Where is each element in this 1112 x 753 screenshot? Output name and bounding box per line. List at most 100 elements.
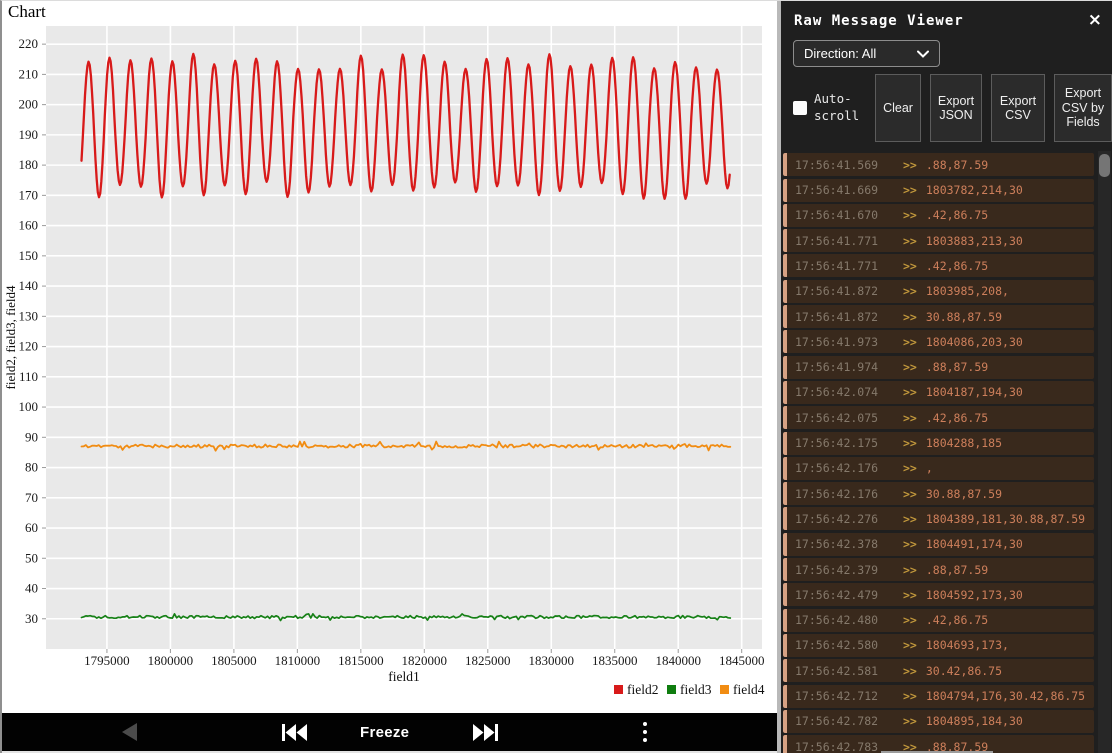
- row-accent-bar: [783, 178, 787, 202]
- message-row[interactable]: 17:56:42.378 >> 1804491,174,30: [783, 532, 1094, 556]
- skip-to-end-button[interactable]: [473, 713, 498, 751]
- message-row[interactable]: 17:56:41.670 >> .42,86.75: [783, 203, 1094, 227]
- message-row[interactable]: 17:56:42.379 >> .88,87.59: [783, 558, 1094, 582]
- raw-message-viewer-panel: Raw Message Viewer × Direction: All Auto…: [781, 1, 1112, 753]
- y-tick-label: 50: [25, 550, 38, 565]
- message-payload: 1803985,208,: [925, 284, 1009, 299]
- autoscroll-control: Auto-scroll: [793, 74, 866, 142]
- y-tick-label: 40: [25, 581, 38, 596]
- message-row[interactable]: 17:56:42.175 >> 1804288,185: [783, 431, 1094, 455]
- y-tick-label: 60: [25, 520, 38, 535]
- export-json-button[interactable]: Export JSON: [930, 74, 982, 142]
- message-payload: .42,86.75: [925, 410, 989, 425]
- row-accent-bar: [783, 203, 787, 227]
- message-row[interactable]: 17:56:42.479 >> 1804592,173,30: [783, 583, 1094, 607]
- message-timestamp: 17:56:42.176: [795, 461, 879, 476]
- message-row[interactable]: 17:56:41.771 >> .42,86.75: [783, 254, 1094, 278]
- legend-swatch-field3: [667, 685, 676, 694]
- x-tick-label: 1835000: [592, 653, 638, 668]
- message-row[interactable]: 17:56:42.782 >> 1804895,184,30: [783, 709, 1094, 733]
- message-row[interactable]: 17:56:41.973 >> 1804086,203,30: [783, 330, 1094, 354]
- scrollbar-thumb[interactable]: [1099, 154, 1110, 177]
- message-timestamp: 17:56:42.580: [795, 638, 879, 653]
- message-payload: .88,87.59: [925, 360, 989, 375]
- message-payload: 1804794,176,30.42,86.75: [925, 689, 1086, 704]
- export-csv-button[interactable]: Export CSV: [991, 74, 1045, 142]
- rx-arrow-icon: >>: [903, 638, 917, 653]
- row-accent-bar: [783, 583, 787, 607]
- message-timestamp: 17:56:41.771: [795, 258, 879, 273]
- message-payload: .42,86.75: [925, 208, 989, 223]
- y-tick-label: 190: [19, 127, 39, 142]
- row-accent-bar: [783, 532, 787, 556]
- y-tick-label: 160: [19, 218, 39, 233]
- y-tick-label: 210: [19, 66, 39, 81]
- message-payload: 1804592,173,30: [925, 587, 1023, 602]
- export-csv-by-fields-button[interactable]: Export CSV by Fields: [1054, 74, 1112, 142]
- row-accent-bar: [783, 633, 787, 657]
- message-row[interactable]: 17:56:42.176 >> 30.88,87.59: [783, 482, 1094, 506]
- rx-arrow-icon: >>: [903, 157, 917, 172]
- autoscroll-checkbox[interactable]: [793, 101, 807, 115]
- legend-label-field4: field4: [733, 682, 765, 697]
- message-row[interactable]: 17:56:41.569 >> .88,87.59: [783, 153, 1094, 177]
- skip-to-start-button[interactable]: [282, 713, 307, 751]
- y-tick-label: 140: [19, 278, 39, 293]
- message-payload: 1804288,185: [925, 436, 1003, 451]
- message-timestamp: 17:56:42.276: [795, 511, 879, 526]
- message-row[interactable]: 17:56:42.276 >> 1804389,181,30.88,87.59: [783, 507, 1094, 531]
- message-row[interactable]: 17:56:41.974 >> .88,87.59: [783, 355, 1094, 379]
- row-accent-bar: [783, 558, 787, 582]
- x-axis-label: field1: [388, 669, 420, 684]
- message-row[interactable]: 17:56:42.581 >> 30.42,86.75: [783, 659, 1094, 683]
- message-row[interactable]: 17:56:42.176 >>,: [783, 456, 1094, 480]
- rx-arrow-icon: >>: [903, 183, 917, 198]
- freeze-button[interactable]: Freeze: [360, 713, 409, 751]
- skip-to-end-icon: [473, 723, 498, 741]
- message-row[interactable]: 17:56:42.580 >> 1804693,173,: [783, 633, 1094, 657]
- chevron-down-icon: [917, 50, 929, 58]
- message-timestamp: 17:56:42.480: [795, 613, 879, 628]
- message-row[interactable]: 17:56:41.872 >> 30.88,87.59: [783, 305, 1094, 329]
- x-tick-label: 1845000: [719, 653, 765, 668]
- rx-arrow-icon: >>: [903, 613, 917, 628]
- y-tick-label: 120: [19, 339, 39, 354]
- row-accent-bar: [783, 229, 787, 253]
- more-options-button[interactable]: [643, 713, 647, 751]
- message-timestamp: 17:56:41.973: [795, 334, 879, 349]
- message-timestamp: 17:56:41.670: [795, 208, 879, 223]
- message-row[interactable]: 17:56:41.872 >> 1803985,208,: [783, 279, 1094, 303]
- message-row[interactable]: 17:56:42.480 >> .42,86.75: [783, 608, 1094, 632]
- close-icon[interactable]: ×: [1088, 10, 1102, 30]
- viewer-controls: Auto-scroll Clear Export JSON Export CSV…: [793, 74, 1112, 142]
- x-tick-label: 1800000: [148, 653, 194, 668]
- message-row[interactable]: 17:56:42.712 >> 1804794,176,30.42,86.75: [783, 684, 1094, 708]
- message-timestamp: 17:56:42.712: [795, 689, 879, 704]
- row-accent-bar: [783, 507, 787, 531]
- message-list-scrollbar[interactable]: [1098, 151, 1111, 753]
- message-row[interactable]: 17:56:41.771 >> 1803883,213,30: [783, 229, 1094, 253]
- message-payload: 30.88,87.59: [925, 309, 1003, 324]
- message-payload: 1803883,213,30: [925, 233, 1023, 248]
- legend-swatch-field4: [720, 685, 729, 694]
- step-back-button[interactable]: [122, 713, 137, 751]
- message-timestamp: 17:56:41.669: [795, 183, 879, 198]
- line-chart: 30 40 50 60 70 80 90 100 110 120 130 140 150 160 170 18…: [3, 26, 765, 697]
- message-row[interactable]: 17:56:41.669 >> 1803782,214,30: [783, 178, 1094, 202]
- direction-dropdown[interactable]: Direction: All: [793, 40, 940, 67]
- legend-label-field3: field3: [680, 682, 712, 697]
- row-accent-bar: [783, 709, 787, 733]
- chart-title: Chart: [8, 2, 46, 21]
- message-row[interactable]: 17:56:42.074 >> 1804187,194,30: [783, 380, 1094, 404]
- y-tick-label: 100: [19, 399, 39, 414]
- y-tick-label: 220: [19, 36, 39, 51]
- rx-arrow-icon: >>: [903, 233, 917, 248]
- message-payload: 1804187,194,30: [925, 385, 1023, 400]
- message-row[interactable]: 17:56:42.075 >> .42,86.75: [783, 406, 1094, 430]
- rx-arrow-icon: >>: [903, 663, 917, 678]
- row-accent-bar: [783, 153, 787, 177]
- rx-arrow-icon: >>: [903, 258, 917, 273]
- row-accent-bar: [783, 254, 787, 278]
- message-timestamp: 17:56:41.872: [795, 284, 879, 299]
- clear-button[interactable]: Clear: [875, 74, 921, 142]
